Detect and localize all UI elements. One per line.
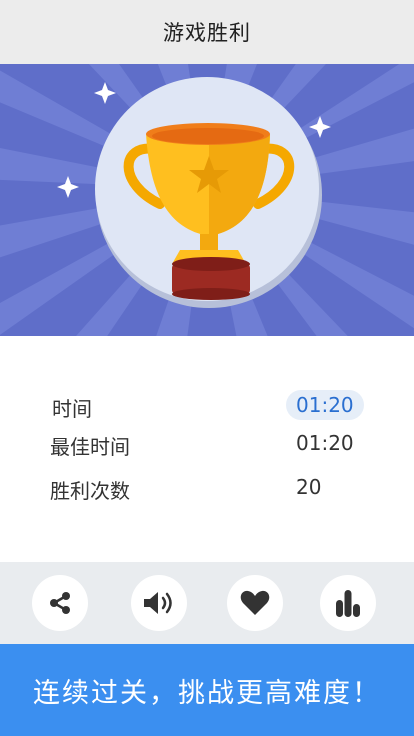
speaker-icon bbox=[144, 592, 172, 614]
trophy-illustration bbox=[0, 64, 414, 336]
stat-value: 01:20 bbox=[286, 390, 364, 420]
stat-row-best-time: 最佳时间 01:20 bbox=[0, 431, 414, 471]
heart-icon bbox=[240, 590, 270, 615]
stat-value: 01:20 bbox=[296, 431, 354, 455]
stat-value: 20 bbox=[296, 475, 322, 499]
result-stats: 时间 01:20 最佳时间 01:20 胜利次数 20 bbox=[0, 336, 414, 562]
share-icon bbox=[50, 592, 70, 614]
stat-row-time: 时间 01:20 bbox=[0, 390, 414, 433]
favorite-button[interactable] bbox=[227, 575, 283, 631]
cta-label: 连续过关，挑战更高难度！ bbox=[33, 677, 381, 709]
top-bar: 游戏胜利 bbox=[0, 0, 414, 64]
stat-label: 胜利次数 bbox=[50, 479, 130, 503]
stat-row-wins: 胜利次数 20 bbox=[0, 475, 414, 515]
action-toolbar bbox=[0, 562, 414, 644]
continue-challenge-button[interactable]: 连续过关，挑战更高难度！ bbox=[0, 644, 414, 736]
page-title: 游戏胜利 bbox=[163, 21, 251, 45]
share-button[interactable] bbox=[32, 575, 88, 631]
bar-chart-icon bbox=[336, 590, 360, 617]
stat-label: 时间 bbox=[52, 397, 92, 421]
sound-button[interactable] bbox=[131, 575, 187, 631]
leaderboard-button[interactable] bbox=[320, 575, 376, 631]
stat-label: 最佳时间 bbox=[50, 435, 130, 459]
victory-banner bbox=[0, 64, 414, 336]
